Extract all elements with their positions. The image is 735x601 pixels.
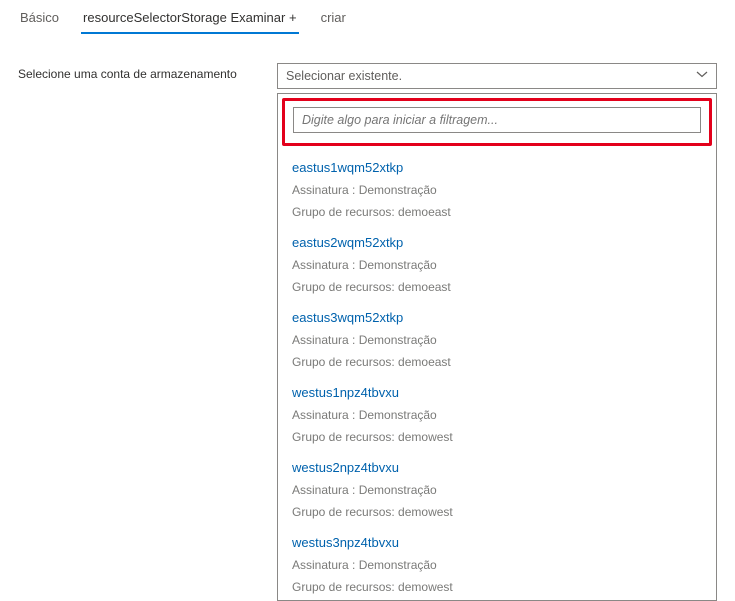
form-row-storage-account: Selecione uma conta de armazenamento Sel… [0,63,735,601]
subscription-label: Assinatura : Demonstração [292,258,702,272]
storage-account-name[interactable]: westus1npz4tbvxu [292,385,702,400]
resource-group-label: Grupo de recursos: demowest [292,505,702,519]
filter-highlight-box [282,98,712,146]
list-item[interactable]: westus1npz4tbvxu Assinatura : Demonstraçã… [278,375,716,450]
storage-account-name[interactable]: eastus1wqm52xtkp [292,160,702,175]
tab-bar: Básico resourceSelectorStorage Examinar … [0,0,735,33]
label-select-storage-account: Selecione uma conta de armazenamento [18,63,277,81]
subscription-label: Assinatura : Demonstração [292,408,702,422]
resource-group-label: Grupo de recursos: demoeast [292,280,702,294]
subscription-label: Assinatura : Demonstração [292,183,702,197]
form-control-area: Selecionar existente. eastus1wqm52xtkp As… [277,63,717,601]
storage-account-name[interactable]: eastus3wqm52xtkp [292,310,702,325]
storage-account-list: eastus1wqm52xtkp Assinatura : Demonstraçã… [278,150,716,600]
resource-group-label: Grupo de recursos: demowest [292,580,702,594]
list-item[interactable]: westus2npz4tbvxu Assinatura : Demonstraçã… [278,450,716,525]
select-placeholder: Selecionar existente. [286,69,402,83]
list-item[interactable]: eastus2wqm52xtkp Assinatura : Demonstraçã… [278,225,716,300]
subscription-label: Assinatura : Demonstração [292,483,702,497]
tab-create[interactable]: criar [319,6,348,33]
list-item[interactable]: westus3npz4tbvxu Assinatura : Demonstraçã… [278,525,716,600]
tab-basic[interactable]: Básico [18,6,61,33]
dropdown-panel: eastus1wqm52xtkp Assinatura : Demonstraçã… [277,93,717,601]
resource-group-label: Grupo de recursos: demoeast [292,355,702,369]
subscription-label: Assinatura : Demonstração [292,558,702,572]
storage-account-name[interactable]: westus2npz4tbvxu [292,460,702,475]
resource-group-label: Grupo de recursos: demoeast [292,205,702,219]
list-item[interactable]: eastus1wqm52xtkp Assinatura : Demonstraçã… [278,150,716,225]
list-item[interactable]: eastus3wqm52xtkp Assinatura : Demonstraçã… [278,300,716,375]
chevron-down-icon [696,69,708,84]
storage-account-name[interactable]: westus3npz4tbvxu [292,535,702,550]
storage-account-name[interactable]: eastus2wqm52xtkp [292,235,702,250]
resource-group-label: Grupo de recursos: demowest [292,430,702,444]
tab-resource-selector-storage[interactable]: resourceSelectorStorage Examinar + [81,6,299,33]
filter-input[interactable] [293,107,701,133]
select-existing-dropdown[interactable]: Selecionar existente. [277,63,717,89]
subscription-label: Assinatura : Demonstração [292,333,702,347]
